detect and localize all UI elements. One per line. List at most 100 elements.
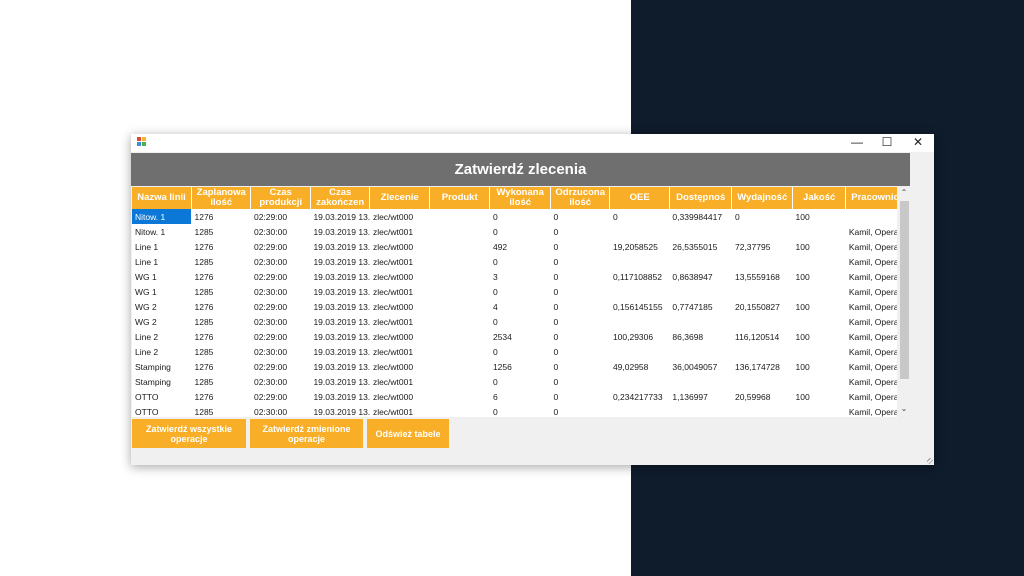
table-cell[interactable]: zlec/wt000 <box>370 239 429 254</box>
table-cell[interactable]: 19.03.2019 13... <box>310 329 369 344</box>
column-header[interactable]: Produkt <box>429 187 491 209</box>
table-cell[interactable]: Kamil, Operat... <box>846 254 897 269</box>
table-cell[interactable]: 2534 <box>490 329 551 344</box>
table-cell[interactable]: 0 <box>550 254 609 269</box>
table-cell[interactable] <box>429 209 490 224</box>
table-cell[interactable] <box>610 254 669 269</box>
table-cell[interactable] <box>610 344 669 359</box>
table-row[interactable]: Nitow. 1 1276 02:29:00 19.03.2019 13... zlec… <box>132 209 897 224</box>
table-cell[interactable]: Kamil, Operat... <box>846 224 897 239</box>
table-cell[interactable]: 492 <box>490 239 551 254</box>
table-cell[interactable]: 13,5559168 <box>732 269 793 284</box>
table-cell[interactable]: 19.03.2019 13... <box>310 374 369 389</box>
table-cell[interactable]: 1276 <box>191 389 250 404</box>
orders-grid[interactable]: Nazwa linii Zaplanowa ilość Czas produkcji… <box>132 187 897 417</box>
table-cell[interactable]: zlec/wt000 <box>370 389 429 404</box>
table-cell[interactable] <box>429 224 490 239</box>
table-cell[interactable]: 19.03.2019 13... <box>310 389 369 404</box>
minimize-button[interactable]: — <box>841 134 873 152</box>
table-cell[interactable] <box>732 254 793 269</box>
table-cell[interactable]: 1285 <box>191 404 250 417</box>
table-cell[interactable]: 02:29:00 <box>251 209 310 224</box>
table-cell[interactable]: zlec/wt001 <box>370 224 429 239</box>
table-row[interactable]: Nitow. 1 1285 02:30:00 19.03.2019 13... zlec… <box>132 224 897 239</box>
table-cell[interactable]: 0 <box>490 254 551 269</box>
table-cell[interactable] <box>793 344 846 359</box>
table-cell[interactable] <box>429 404 490 417</box>
table-cell[interactable] <box>610 404 669 417</box>
table-cell[interactable]: 0 <box>550 239 609 254</box>
table-cell[interactable]: 20,59968 <box>732 389 793 404</box>
table-cell[interactable]: 02:29:00 <box>251 239 310 254</box>
table-row[interactable]: OTTO 1276 02:29:00 19.03.2019 13... zlec/wt0… <box>132 389 897 404</box>
table-cell[interactable]: 19.03.2019 13... <box>310 269 369 284</box>
table-cell[interactable]: 86,3698 <box>669 329 732 344</box>
table-cell[interactable] <box>732 284 793 299</box>
table-cell[interactable] <box>429 239 490 254</box>
table-cell[interactable]: 02:30:00 <box>251 224 310 239</box>
table-cell[interactable]: 0,156145155 <box>610 299 669 314</box>
scrollbar-thumb[interactable] <box>900 201 909 379</box>
table-row[interactable]: Stamping 1285 02:30:00 19.03.2019 13... zlec… <box>132 374 897 389</box>
table-cell[interactable] <box>732 224 793 239</box>
table-cell[interactable]: 116,120514 <box>732 329 793 344</box>
table-cell[interactable]: 0 <box>550 209 609 224</box>
table-cell[interactable]: 02:29:00 <box>251 269 310 284</box>
table-cell[interactable]: 0 <box>550 269 609 284</box>
table-cell[interactable]: 02:29:00 <box>251 389 310 404</box>
table-cell[interactable] <box>846 209 897 224</box>
table-cell[interactable]: Kamil, Operat... <box>846 314 897 329</box>
table-cell[interactable]: OTTO <box>132 389 191 404</box>
table-cell[interactable]: zlec/wt000 <box>370 209 429 224</box>
table-cell[interactable] <box>429 284 490 299</box>
approve-all-button[interactable]: Zatwierdź wszystkie operacje <box>132 419 246 448</box>
table-cell[interactable]: 0,339984417 <box>669 209 732 224</box>
table-cell[interactable] <box>429 389 490 404</box>
table-cell[interactable]: 1276 <box>191 299 250 314</box>
table-cell[interactable]: 136,174728 <box>732 359 793 374</box>
table-cell[interactable]: zlec/wt001 <box>370 374 429 389</box>
table-cell[interactable] <box>610 314 669 329</box>
table-cell[interactable]: 02:29:00 <box>251 329 310 344</box>
table-cell[interactable]: 19.03.2019 13... <box>310 344 369 359</box>
table-cell[interactable]: 36,0049057 <box>669 359 732 374</box>
table-cell[interactable]: Stamping <box>132 359 191 374</box>
table-cell[interactable] <box>669 284 732 299</box>
table-cell[interactable] <box>429 314 490 329</box>
column-header[interactable]: Czas produkcji <box>250 187 311 209</box>
table-cell[interactable] <box>669 314 732 329</box>
column-header[interactable]: Czas zakończen <box>310 187 371 209</box>
table-cell[interactable] <box>793 224 846 239</box>
table-cell[interactable] <box>429 269 490 284</box>
table-cell[interactable]: 19,2058525 <box>610 239 669 254</box>
table-cell[interactable]: 1276 <box>191 329 250 344</box>
table-cell[interactable] <box>793 404 846 417</box>
table-cell[interactable]: zlec/wt000 <box>370 299 429 314</box>
column-header[interactable]: Pracownicy <box>845 187 897 209</box>
table-cell[interactable]: WG 1 <box>132 284 191 299</box>
table-cell[interactable]: 1285 <box>191 344 250 359</box>
scroll-up-icon[interactable]: ⌃ <box>898 187 910 199</box>
table-cell[interactable]: 0 <box>490 374 551 389</box>
table-cell[interactable]: Kamil, Operat... <box>846 374 897 389</box>
column-header[interactable]: Wydajność <box>731 187 793 209</box>
table-cell[interactable]: 0 <box>550 404 609 417</box>
table-cell[interactable]: 1,136997 <box>669 389 732 404</box>
table-cell[interactable] <box>793 254 846 269</box>
table-cell[interactable] <box>610 224 669 239</box>
table-cell[interactable]: Kamil, Operat... <box>846 389 897 404</box>
table-cell[interactable]: 49,02958 <box>610 359 669 374</box>
table-cell[interactable]: 0 <box>550 344 609 359</box>
table-cell[interactable]: 1276 <box>191 359 250 374</box>
table-cell[interactable] <box>429 254 490 269</box>
table-cell[interactable] <box>732 344 793 359</box>
table-cell[interactable]: 0 <box>490 404 551 417</box>
table-cell[interactable]: Line 2 <box>132 344 191 359</box>
refresh-table-button[interactable]: Odśwież tabele <box>367 419 449 448</box>
table-cell[interactable]: Kamil, Operat... <box>846 359 897 374</box>
table-cell[interactable]: WG 1 <box>132 269 191 284</box>
table-cell[interactable]: 100 <box>793 209 846 224</box>
table-cell[interactable]: WG 2 <box>132 314 191 329</box>
table-cell[interactable]: 6 <box>490 389 551 404</box>
column-header[interactable]: OEE <box>609 187 670 209</box>
